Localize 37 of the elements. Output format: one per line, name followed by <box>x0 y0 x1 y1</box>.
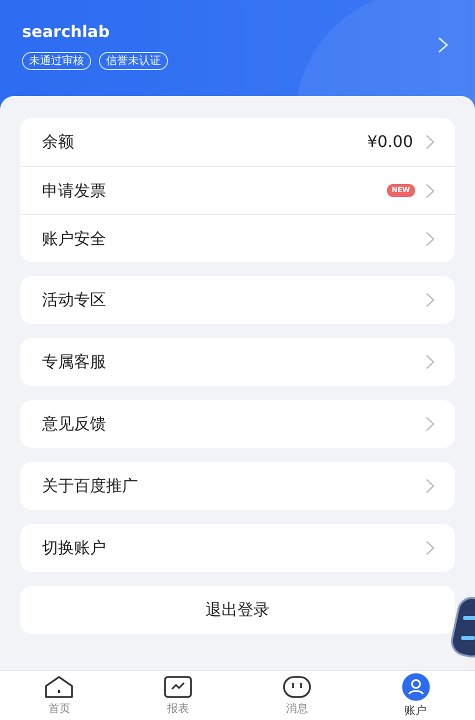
menu-item[interactable]: 专属客服 <box>20 338 455 386</box>
menu-item[interactable]: 账户安全 <box>20 214 455 262</box>
balance-value: ¥0.00 <box>367 131 413 153</box>
chevron-right-icon[interactable] <box>425 478 435 494</box>
chart-icon <box>163 675 194 700</box>
tab-button[interactable]: 报表 <box>118 671 238 720</box>
chevron-right-icon[interactable] <box>425 134 435 150</box>
menu-label: 活动专区 <box>42 289 106 311</box>
status-tag: 信誉未认证 <box>99 52 168 70</box>
menu-label: 意见反馈 <box>42 413 106 435</box>
menu-label: 专属客服 <box>42 351 106 373</box>
account-icon <box>402 673 430 702</box>
chevron-right-icon[interactable] <box>425 416 435 432</box>
floating-assistant-icon[interactable] <box>451 596 475 658</box>
chevron-right-icon[interactable] <box>425 182 435 198</box>
chevron-right-icon[interactable] <box>425 292 435 308</box>
chevron-right-icon[interactable] <box>425 540 435 556</box>
menu-item[interactable]: 余额 ¥0.00 <box>20 118 455 166</box>
home-icon <box>44 675 74 700</box>
menu-label: 关于百度推广 <box>42 475 138 497</box>
chevron-right-icon[interactable] <box>425 230 435 246</box>
username: searchlab <box>22 21 111 43</box>
tab-button[interactable]: 首页 <box>0 671 119 720</box>
menu-label: 余额 <box>42 131 74 153</box>
message-icon <box>282 675 312 700</box>
status-tag: 未通过审核 <box>22 52 91 70</box>
menu-item[interactable]: 意见反馈 <box>20 400 455 448</box>
tab-button[interactable]: 账户 <box>356 671 475 720</box>
menu-label: 切换账户 <box>42 537 106 559</box>
tab-button[interactable]: 消息 <box>238 671 356 720</box>
menu-item[interactable]: 活动专区 <box>20 276 455 324</box>
chevron-right-icon[interactable] <box>425 354 435 370</box>
menu-item[interactable]: 关于百度推广 <box>20 462 455 510</box>
logout-button[interactable]: 退出登录 <box>20 586 455 634</box>
menu-item[interactable]: 切换账户 <box>20 524 455 572</box>
menu-label: 账户安全 <box>42 228 106 250</box>
menu-label: 申请发票 <box>42 180 106 202</box>
